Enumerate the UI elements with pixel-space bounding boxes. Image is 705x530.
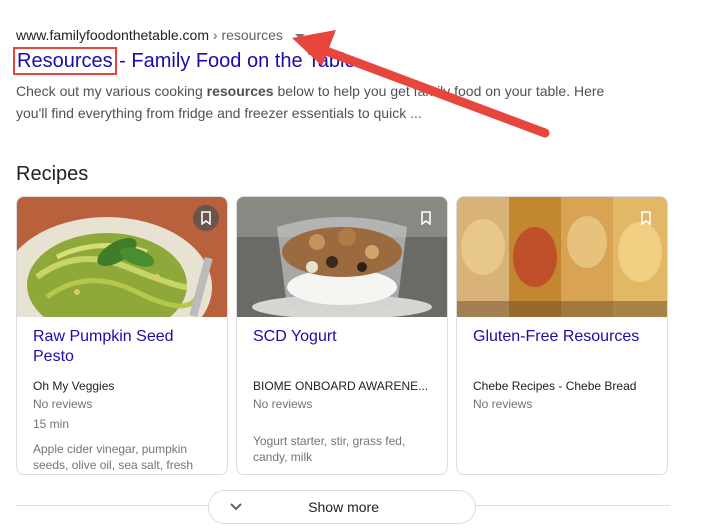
recipe-title[interactable]: SCD Yogurt — [253, 327, 435, 347]
recipe-card-body: Raw Pumpkin Seed Pesto Oh My Veggies No … — [33, 327, 215, 473]
recipe-card[interactable]: Raw Pumpkin Seed Pesto Oh My Veggies No … — [16, 196, 228, 475]
recipe-card-body: Gluten-Free Resources Chebe Recipes - Ch… — [473, 327, 655, 413]
recipe-title[interactable]: Raw Pumpkin Seed Pesto — [33, 327, 215, 367]
recipe-source: Chebe Recipes - Chebe Bread — [473, 379, 637, 393]
snippet-text-1: Check out my various cooking — [16, 83, 207, 99]
show-more-label: Show more — [308, 499, 379, 515]
recipe-reviews: No reviews — [473, 397, 533, 411]
recipe-card[interactable]: Gluten-Free Resources Chebe Recipes - Ch… — [456, 196, 668, 475]
recipe-source: Oh My Veggies — [33, 379, 115, 393]
title-rest: - Family Food on the Table — [113, 50, 356, 72]
recipe-reviews: No reviews — [33, 397, 93, 411]
recipe-reviews: No reviews — [253, 397, 313, 411]
caret-down-icon[interactable] — [294, 33, 305, 39]
recipe-source: BIOME ONBOARD AWARENE... — [253, 379, 429, 393]
chevron-down-icon — [230, 503, 242, 511]
recipe-title[interactable]: Gluten-Free Resources — [473, 327, 655, 347]
bookmark-icon[interactable] — [633, 205, 659, 231]
recipe-ingredients: Apple cider vinegar, pumpkin seeds, oliv… — [33, 442, 194, 472]
result-url[interactable]: www.familyfoodonthetable.com › resources — [16, 27, 305, 43]
result-snippet: Check out my various cooking resources b… — [16, 80, 616, 124]
divider-left — [16, 505, 208, 506]
bookmark-icon[interactable] — [413, 205, 439, 231]
result-title-link[interactable]: Resources - Family Food on the Table — [13, 47, 356, 75]
recipe-ingredients: Yogurt starter, stir, grass fed, candy, … — [253, 434, 406, 464]
show-more-button[interactable]: Show more — [208, 490, 476, 524]
recipes-heading: Recipes — [16, 163, 89, 185]
recipe-card[interactable]: SCD Yogurt BIOME ONBOARD AWARENE... No r… — [236, 196, 448, 475]
bookmark-icon[interactable] — [193, 205, 219, 231]
divider-right — [474, 505, 670, 506]
snippet-bold: resources — [206, 83, 274, 99]
recipe-card-body: SCD Yogurt BIOME ONBOARD AWARENE... No r… — [253, 327, 435, 465]
title-highlight: Resources — [13, 47, 117, 75]
url-path: › resources — [209, 27, 283, 43]
url-domain: www.familyfoodonthetable.com — [16, 27, 209, 43]
recipe-time: 15 min — [33, 417, 70, 431]
